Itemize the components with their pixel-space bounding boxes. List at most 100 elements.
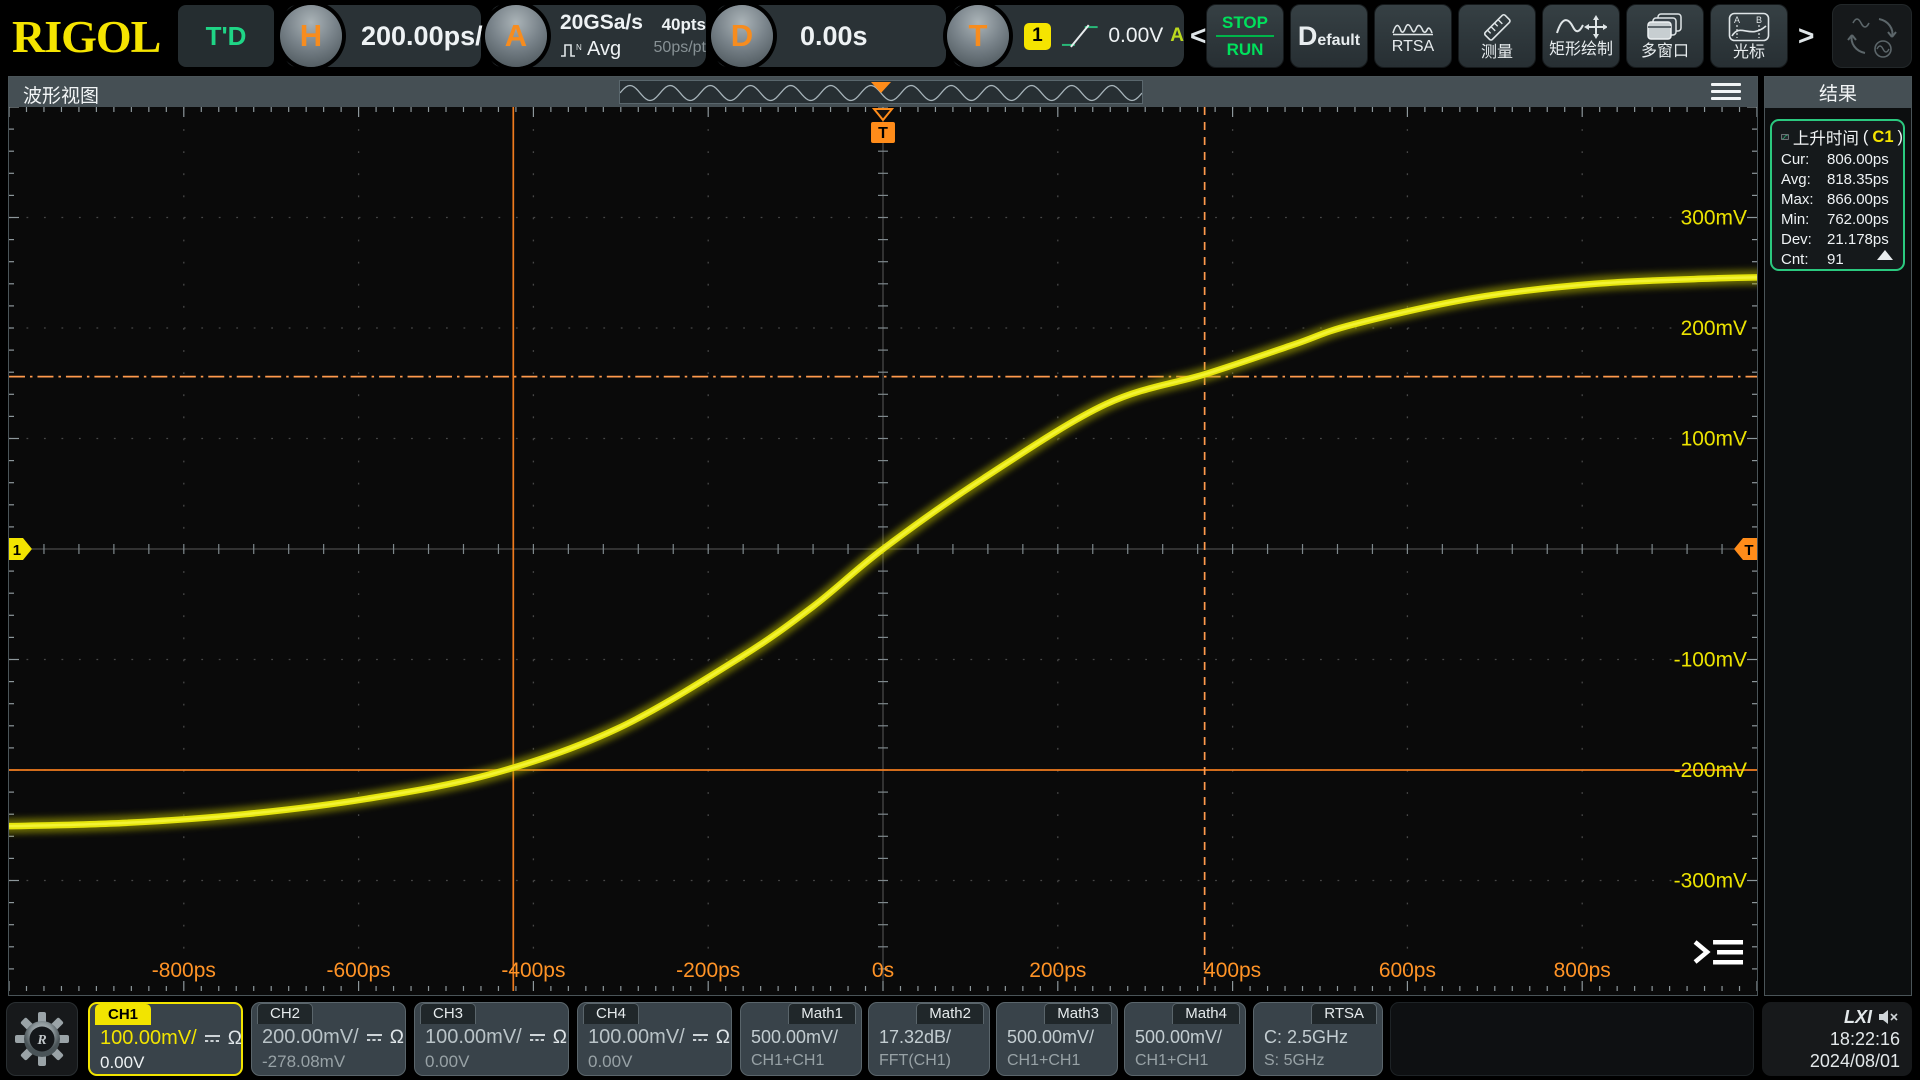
speaker-muted-icon [1878,1009,1900,1025]
measurement-row: Dev:21.178ps [1781,229,1903,249]
trigger-coupling: A [1170,25,1184,47]
y-axis-tick-label: -100mV [1674,648,1747,671]
rtsa-button[interactable]: RTSA [1374,4,1452,68]
horizontal-delay-value: 0.00s [800,21,868,52]
collapse-caret-icon[interactable] [1877,250,1893,260]
channel-scale-row: 100.00mV/Ω [588,1026,730,1049]
math-card-math1[interactable]: Math1 500.00mV/CH1+CH1 [740,1002,862,1076]
delay-knob[interactable]: D [711,5,773,67]
multi-window-button[interactable]: 多窗口 [1626,4,1704,68]
channel-tab[interactable]: CH2 [257,1003,313,1024]
measurement-row-label: Cur: [1781,151,1827,168]
measurement-row-value: 762.00ps [1827,211,1889,228]
channel-card-ch2[interactable]: CH2200.00mV/Ω-278.08mV [251,1002,406,1076]
impedance-icon: Ω [716,1027,730,1049]
horizontal-knob[interactable]: H [280,5,342,67]
acquisition-knob[interactable]: A [485,5,547,67]
cursor-button[interactable]: A B 光标 [1710,4,1788,68]
trigger-knob[interactable]: T [947,5,1009,67]
window-menu-icon[interactable] [1711,83,1741,101]
default-label-capital: D [1298,21,1318,51]
measurement-row-value: 818.35ps [1827,171,1889,188]
channel-tab[interactable]: CH3 [420,1003,476,1024]
system-date: 2024/08/01 [1810,1051,1900,1072]
math-scale: 500.00mV/ [1135,1027,1222,1048]
sample-rate: 20GSa/s [560,11,643,35]
channel-card-ch4[interactable]: CH4100.00mV/Ω0.00V [577,1002,732,1076]
sync-views-button[interactable] [1832,4,1912,68]
y-axis-tick-label: -300mV [1674,869,1747,892]
math-scale: 500.00mV/ [751,1027,838,1048]
avg-step-icon: N [560,42,582,58]
measurement-channel: C1 [1872,128,1893,147]
default-label-rest: efault [1317,32,1360,49]
toolbar-expand-right-icon[interactable]: > [1798,20,1814,52]
cursor-a-label: A [1734,15,1740,25]
x-axis-tick-label: 200ps [1029,959,1086,982]
measurement-channel-open: ( [1863,128,1869,147]
math-source: FFT(CH1) [879,1052,951,1070]
waveform-window-header[interactable]: 波形视图 [9,77,1757,107]
math-tab[interactable]: Math4 [1172,1003,1240,1024]
rise-time-icon [1781,128,1789,146]
dc-coupling-icon [692,1032,709,1043]
channel-scale-row: 100.00mV/Ω [100,1027,242,1050]
rect-draw-button[interactable]: 矩形绘制 [1542,4,1620,68]
settings-gear-button[interactable]: R [6,1002,78,1076]
rtsa-tab[interactable]: RTSA [1311,1003,1377,1024]
measurement-row: Avg:818.35ps [1781,169,1903,189]
measurement-channel-close: ) [1898,128,1904,147]
trigger-source-badge: 1 [1024,23,1051,50]
run-label: RUN [1227,39,1264,60]
stop-label: STOP [1216,13,1274,37]
multi-window-button-label: 多窗口 [1641,43,1689,60]
x-axis-tick-label: -600ps [327,959,391,982]
channel-tab[interactable]: CH4 [583,1003,639,1024]
measurement-title-row: 上升时间(C1) [1781,125,1903,149]
channel-scale: 100.00mV/ [100,1027,197,1050]
run-stop-button[interactable]: STOP RUN [1206,4,1284,68]
math-card-math3[interactable]: Math3500.00mV/CH1+CH1 [996,1002,1118,1076]
channel-card-ch3[interactable]: CH3100.00mV/Ω0.00V [414,1002,569,1076]
measurement-card-rise-time[interactable]: 上升时间(C1) Cur:806.00psAvg:818.35psMax:866… [1770,119,1905,271]
trigger-level-value: 0.00V [1108,24,1163,48]
cursor-button-label: 光标 [1733,44,1765,61]
x-axis-tick-label: 600ps [1379,959,1436,982]
math-source: CH1+CH1 [1135,1052,1208,1070]
gear-icon: R [13,1010,71,1068]
lxi-row: LXI [1844,1007,1900,1028]
math-tab[interactable]: Math1 [788,1003,856,1024]
math-card-math4[interactable]: Math4 500.00mV/CH1+CH1 [1124,1002,1246,1076]
measurement-row: Max:866.00ps [1781,189,1903,209]
math-source: CH1+CH1 [751,1052,824,1070]
cursor-icon: A B [1728,12,1770,42]
rtsa-center-freq: C: 2.5GHz [1264,1027,1348,1048]
measure-button[interactable]: 测量 [1458,4,1536,68]
channel-scale: 200.00mV/ [262,1026,359,1049]
graticule[interactable]: -800ps-600ps-400ps-200ps0s200ps400ps600p… [9,107,1757,991]
system-status-box[interactable]: LXI 18:22:16 2024/08/01 [1762,1002,1912,1076]
impedance-icon: Ω [390,1027,404,1049]
math-tab[interactable]: Math3 [1044,1003,1112,1024]
channel-scale-row: 200.00mV/Ω [262,1026,404,1049]
channel-card-ch1[interactable]: CH1100.00mV/Ω0.00V [88,1002,243,1076]
toolbar-collapse-left-icon[interactable]: < [1190,20,1206,52]
default-button[interactable]: Default [1290,4,1368,68]
measurement-row-label: Dev: [1781,231,1827,248]
svg-text:R: R [36,1033,46,1048]
bottom-status-bar: R CH1100.00mV/Ω0.00VCH2200.00mV/Ω-278.08… [0,1000,1920,1080]
x-axis-tick-label: -200ps [676,959,740,982]
rtsa-card[interactable]: RTSAC: 2.5GHzS: 5GHz [1253,1002,1383,1076]
top-toolbar: RIGOL T'D 200.00ps/ H 20GSa/s N Avg 40pt… [0,0,1920,73]
channel-tab[interactable]: CH1 [95,1004,151,1025]
math-scale: 500.00mV/ [1007,1027,1094,1048]
math-tab[interactable]: Math2 [916,1003,984,1024]
timebase-overview-strip[interactable] [619,80,1143,104]
waveform-window-title: 波形视图 [23,81,99,108]
measurement-row-label: Max: [1781,191,1827,208]
x-axis-tick-label: 0s [872,959,894,982]
math-card-math2[interactable]: Math217.32dB/FFT(CH1) [868,1002,990,1076]
x-axis-tick-label: -400ps [501,959,565,982]
svg-text:T: T [1744,542,1753,559]
acquisition-left-column: 20GSa/s N Avg [560,11,643,61]
